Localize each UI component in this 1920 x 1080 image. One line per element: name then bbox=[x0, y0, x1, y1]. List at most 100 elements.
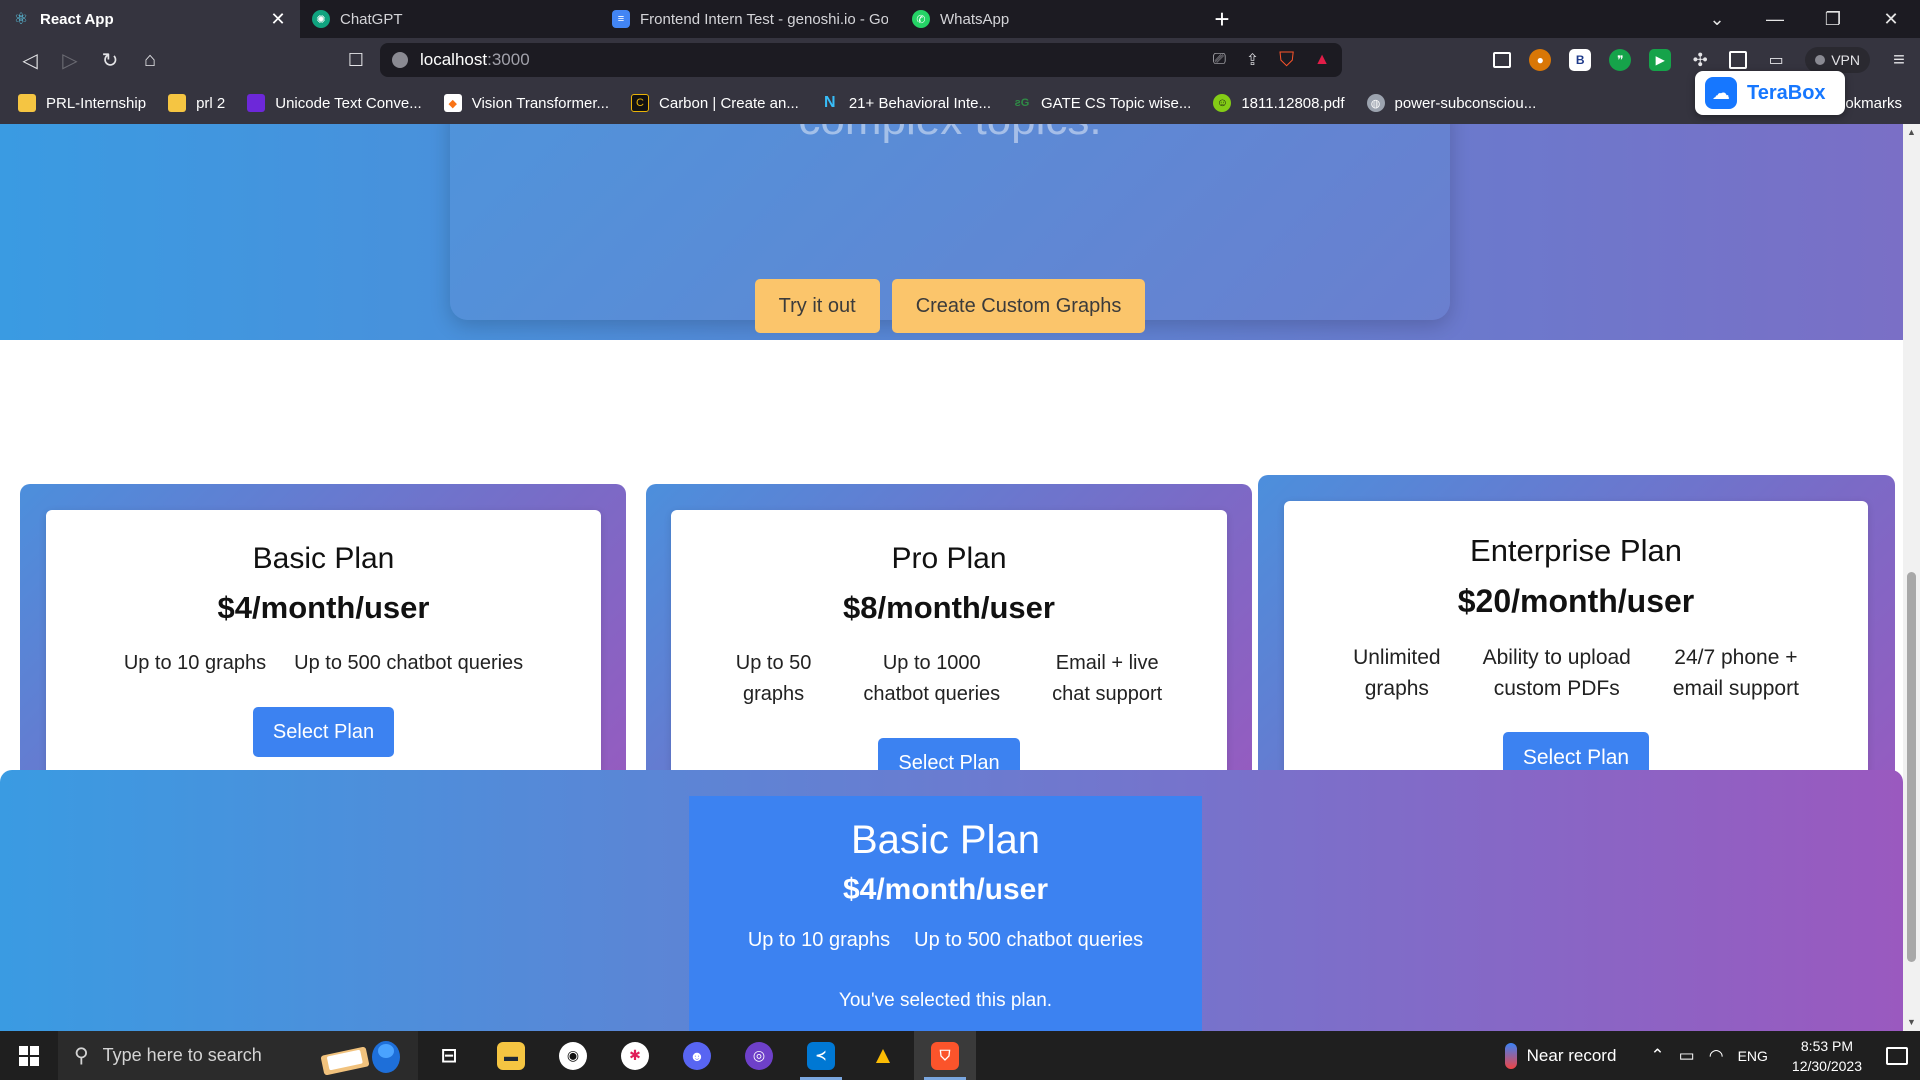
extensions-puzzle-icon[interactable]: ✣ bbox=[1689, 49, 1711, 71]
slack-icon[interactable]: ✱ bbox=[604, 1031, 666, 1080]
scrollbar-thumb[interactable] bbox=[1907, 572, 1916, 962]
bookmark-prl-internship[interactable]: PRL-Internship bbox=[18, 94, 146, 112]
terabox-button[interactable]: ☁ TeraBox bbox=[1695, 71, 1845, 115]
picture-in-picture-icon[interactable] bbox=[1493, 52, 1512, 68]
plan-feature: 24/7 phone + email support bbox=[1672, 646, 1799, 700]
tab-chatgpt[interactable]: ✺ ChatGPT bbox=[300, 0, 600, 38]
bookmark-unicode[interactable]: Unicode Text Conve... bbox=[247, 94, 422, 112]
restore-icon[interactable]: ❐ bbox=[1804, 0, 1862, 38]
sidebar-toggle-icon[interactable] bbox=[1729, 51, 1748, 69]
github-desktop-icon[interactable]: ◎ bbox=[728, 1031, 790, 1080]
site-info-icon[interactable] bbox=[392, 52, 408, 68]
discord-icon[interactable]: ☻ bbox=[666, 1031, 728, 1080]
tab-frontend-intern-test[interactable]: ≡ Frontend Intern Test - genoshi.io - Go… bbox=[600, 0, 900, 38]
file-explorer-icon[interactable]: ▬ bbox=[480, 1031, 542, 1080]
forward-icon[interactable]: ▷ bbox=[50, 42, 90, 78]
language-indicator[interactable]: ENG bbox=[1738, 1048, 1768, 1064]
bookmark-gate-cs[interactable]: ƨG GATE CS Topic wise... bbox=[1013, 94, 1192, 112]
bookmark-label: Unicode Text Conve... bbox=[275, 94, 422, 112]
youtube-extension-icon[interactable]: ▶ bbox=[1649, 49, 1672, 71]
slack-glyph: ✱ bbox=[621, 1041, 649, 1070]
wifi-icon[interactable]: ◠ bbox=[1709, 1046, 1724, 1066]
gfg-icon: ƨG bbox=[1014, 97, 1030, 109]
task-view-icon[interactable]: ⊟ bbox=[418, 1031, 480, 1080]
bookmark-pdf[interactable]: ☺ 1811.12808.pdf bbox=[1213, 94, 1345, 112]
plan-features: Up to 10 graphs Up to 500 chatbot querie… bbox=[46, 648, 601, 679]
taskbar-search[interactable]: ⚲ Type here to search bbox=[58, 1031, 418, 1080]
hero-text: complex topics. bbox=[450, 124, 1450, 142]
tab-label: React App bbox=[40, 10, 114, 28]
notifications-icon[interactable] bbox=[1886, 1046, 1908, 1065]
tab-list-chevron-icon[interactable]: ⌄ bbox=[1688, 0, 1746, 38]
tab-whatsapp[interactable]: ✆ WhatsApp bbox=[900, 0, 1200, 38]
chatgpt-icon: ✺ bbox=[312, 10, 330, 28]
github-glyph: ◉ bbox=[559, 1041, 587, 1070]
weather-widget[interactable]: Near record bbox=[1504, 1042, 1616, 1069]
try-it-out-button[interactable]: Try it out bbox=[754, 279, 880, 333]
url-actions: ⎚ ⇪ ⛉ ▲ bbox=[1213, 49, 1330, 72]
clock-time: 8:53 PM bbox=[1800, 1037, 1854, 1054]
bookmark-label: prl 2 bbox=[196, 94, 226, 112]
task-view-glyph: ⊟ bbox=[440, 1045, 458, 1067]
vpn-button[interactable]: VPN bbox=[1805, 47, 1870, 73]
bookmarks-bar: PRL-Internship prl 2 Unicode Text Conve.… bbox=[0, 82, 1920, 124]
plan-price: $4/month/user bbox=[217, 590, 430, 625]
google-docs-icon: ≡ bbox=[612, 10, 630, 28]
bookmark-label: GATE CS Topic wise... bbox=[1041, 94, 1192, 112]
create-custom-graphs-button[interactable]: Create Custom Graphs bbox=[891, 279, 1146, 333]
clock-date: 12/30/2023 bbox=[1791, 1057, 1862, 1074]
install-app-icon[interactable]: ⎚ bbox=[1213, 51, 1226, 69]
scroll-up-icon[interactable]: ▲ bbox=[1903, 124, 1920, 141]
pdf-icon: ☺ bbox=[1213, 94, 1232, 112]
vision-icon: ◆ bbox=[443, 94, 462, 112]
brave-rewards-icon[interactable]: ▲ bbox=[1314, 51, 1330, 69]
start-button[interactable] bbox=[0, 1031, 58, 1080]
close-tab-icon[interactable]: ✕ bbox=[268, 9, 288, 30]
brave-browser-icon[interactable]: ⛉ bbox=[914, 1031, 976, 1080]
page-scrollbar[interactable]: ▲ ▼ bbox=[1903, 124, 1920, 1031]
plan-price: $20/month/user bbox=[1457, 583, 1695, 619]
back-icon[interactable]: ◁ bbox=[10, 42, 50, 78]
vscode-icon[interactable]: ≺ bbox=[790, 1031, 852, 1080]
bookmark-carbon[interactable]: C Carbon | Create an... bbox=[631, 94, 799, 112]
globe-icon: ◍ bbox=[1366, 94, 1385, 112]
cookie-extension-icon[interactable]: ● bbox=[1529, 49, 1552, 71]
url-host: localhost bbox=[420, 50, 488, 69]
clock[interactable]: 8:53 PM 12/30/2023 bbox=[1792, 1036, 1862, 1076]
vpn-status-icon bbox=[1815, 55, 1826, 65]
quote-extension-icon[interactable]: ❞ bbox=[1609, 49, 1632, 71]
tab-react-app[interactable]: ⚛ React App ✕ bbox=[0, 0, 300, 38]
folder-glyph: ▬ bbox=[497, 1041, 525, 1070]
react-icon: ⚛ bbox=[13, 11, 29, 28]
other-bookmarks[interactable]: okmarks bbox=[1845, 82, 1902, 124]
bookmark-prl-2[interactable]: prl 2 bbox=[168, 94, 225, 112]
plan-title: Pro Plan bbox=[891, 542, 1007, 575]
search-icon: ⚲ bbox=[74, 1045, 89, 1067]
bookmark-page-icon[interactable]: ☐ bbox=[340, 44, 372, 76]
wallet-icon[interactable]: ▭ bbox=[1765, 49, 1787, 71]
new-tab-button[interactable]: + bbox=[1200, 0, 1244, 38]
address-bar[interactable]: localhost:3000 ⎚ ⇪ ⛉ ▲ bbox=[380, 43, 1342, 77]
github-icon[interactable]: ◉ bbox=[542, 1031, 604, 1080]
reload-icon[interactable]: ↻ bbox=[90, 42, 130, 78]
minimize-icon[interactable]: — bbox=[1746, 0, 1804, 38]
select-plan-button[interactable]: Select Plan bbox=[252, 707, 395, 757]
tab-label: ChatGPT bbox=[340, 10, 403, 28]
scroll-down-icon[interactable]: ▼ bbox=[1903, 1014, 1920, 1031]
share-icon[interactable]: ⇪ bbox=[1246, 50, 1259, 70]
menu-icon[interactable]: ≡ bbox=[1888, 49, 1910, 71]
bookmark-power-subconscious[interactable]: ◍ power-subconsciou... bbox=[1366, 94, 1537, 112]
b-extension-icon[interactable]: B bbox=[1569, 49, 1592, 71]
google-drive-icon[interactable]: ▲ bbox=[852, 1031, 914, 1080]
battery-icon[interactable]: ▭ bbox=[1679, 1046, 1695, 1066]
show-hidden-icons-icon[interactable]: ⌃ bbox=[1650, 1046, 1664, 1066]
bookmark-behavioral[interactable]: N 21+ Behavioral Inte... bbox=[821, 94, 991, 112]
brave-shields-icon[interactable]: ⛉ bbox=[1279, 49, 1294, 72]
home-icon[interactable]: ⌂ bbox=[130, 42, 170, 78]
bookmark-label: power-subconsciou... bbox=[1394, 94, 1537, 112]
basic-plan-card: Basic Plan $4/month/user Up to 10 graphs… bbox=[46, 510, 601, 788]
plan-feature: Up to 50 graphs bbox=[735, 652, 812, 705]
brave-glyph: ⛉ bbox=[931, 1041, 959, 1070]
close-window-icon[interactable]: ✕ bbox=[1862, 0, 1920, 38]
bookmark-vision-transformer[interactable]: ◆ Vision Transformer... bbox=[443, 94, 609, 112]
